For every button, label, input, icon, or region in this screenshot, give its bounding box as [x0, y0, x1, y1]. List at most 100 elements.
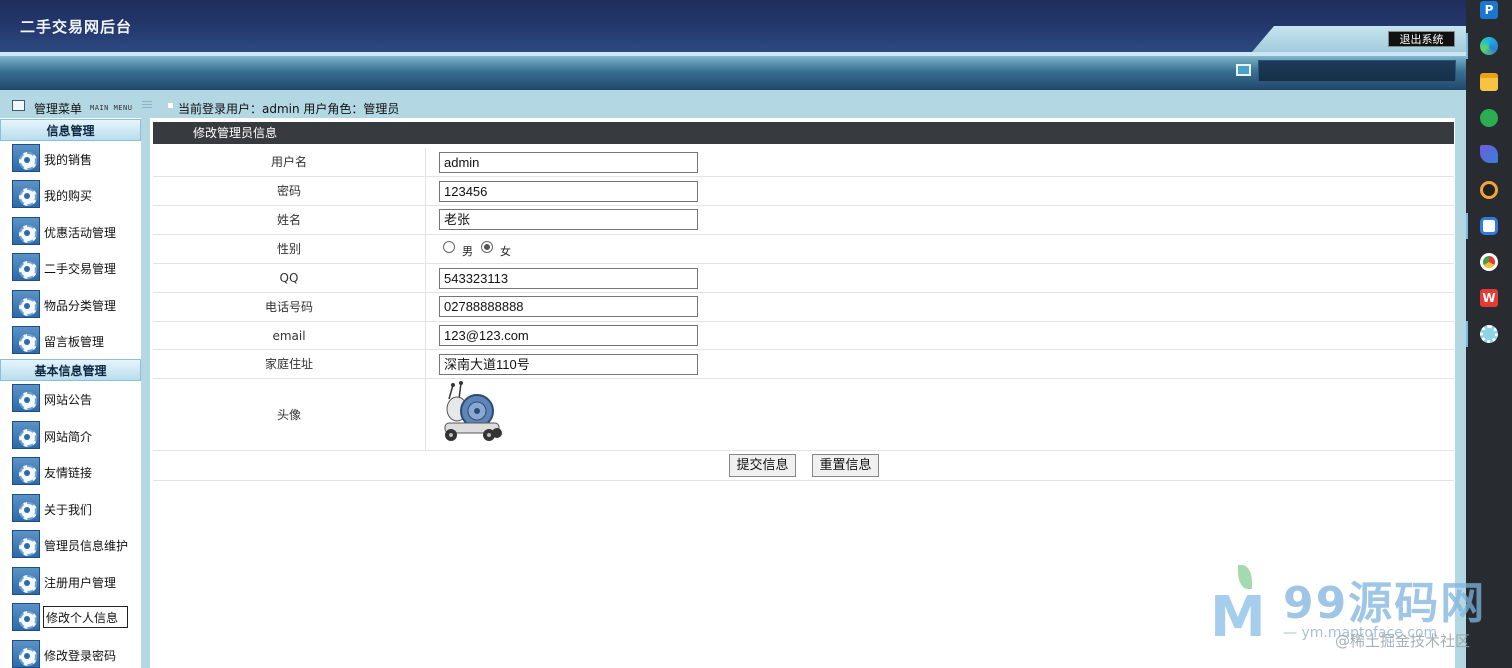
watermark-logo: M: [1210, 585, 1266, 650]
menu-title: 管理菜单: [34, 102, 83, 116]
sidebar-item-trade-management[interactable]: 二手交易管理: [12, 253, 137, 283]
menu-window-icon: [12, 100, 25, 111]
form-row-avatar: 头像: [153, 379, 1454, 451]
address-label: 家庭住址: [153, 350, 426, 378]
gear-window-icon: [12, 457, 40, 485]
divider: [0, 52, 1466, 56]
logout-button[interactable]: 退出系统: [1388, 31, 1455, 47]
section-title-basic-info[interactable]: 基本信息管理: [0, 359, 141, 381]
sidebar-item-label: 注册用户管理: [44, 576, 117, 590]
form-row-qq: QQ 543323113: [153, 264, 1454, 293]
form-row-actions: 提交信息 重置信息: [153, 451, 1454, 481]
name-field[interactable]: 老张: [439, 209, 698, 230]
menu-lines-icon[interactable]: [142, 101, 152, 110]
snail-avatar-image: [444, 381, 502, 441]
gear-window-icon: [12, 384, 40, 412]
active-indicator: [1466, 213, 1468, 239]
sidebar-item-label: 留言板管理: [44, 335, 105, 349]
watermark-text: 99源码网: [1283, 578, 1487, 629]
sidebar-item-label: 物品分类管理: [44, 299, 117, 313]
sidebar-item-label: 我的销售: [44, 153, 93, 167]
sidebar-item-label: 管理员信息维护: [44, 539, 129, 553]
submit-button[interactable]: 提交信息: [729, 454, 796, 477]
sidebar-item-my-purchases[interactable]: 我的购买: [12, 180, 137, 210]
sidebar-item-announcements[interactable]: 网站公告: [12, 384, 137, 414]
sidebar-item-label: 网站简介: [44, 430, 93, 444]
qq-field[interactable]: 543323113: [439, 268, 698, 289]
name-label: 姓名: [153, 206, 426, 234]
gear-window-icon: [12, 326, 40, 354]
active-indicator: [1466, 33, 1468, 59]
monitor-icon: [1236, 64, 1251, 76]
flower-app-icon[interactable]: [1480, 325, 1498, 343]
file-explorer-icon[interactable]: [1480, 73, 1498, 91]
baidu-netdisk-icon[interactable]: [1480, 217, 1498, 235]
gear-window-icon: [12, 603, 40, 631]
form-row-name: 姓名 老张: [153, 206, 1454, 235]
edge-icon[interactable]: [1480, 37, 1498, 55]
p-app-icon[interactable]: P: [1480, 1, 1498, 19]
reset-button[interactable]: 重置信息: [812, 454, 879, 477]
form-row-address: 家庭住址 深南大道110号: [153, 350, 1454, 379]
wps-icon[interactable]: W: [1480, 289, 1498, 307]
wechat-icon[interactable]: [1480, 109, 1498, 127]
sidebar-item-label: 修改个人信息: [43, 606, 128, 628]
sidebar-item-edit-profile[interactable]: 修改个人信息: [12, 603, 137, 633]
gear-window-icon: [12, 530, 40, 558]
qq-label: QQ: [153, 264, 426, 292]
sidebar-item-site-intro[interactable]: 网站简介: [12, 421, 137, 451]
sidebar-item-admin-maintenance[interactable]: 管理员信息维护: [12, 530, 137, 560]
gender-label: 性别: [153, 235, 426, 263]
bullet-icon: [168, 103, 173, 108]
form-row-phone: 电话号码 02788888888: [153, 293, 1454, 322]
gear-window-icon: [12, 144, 40, 172]
email-label: email: [153, 322, 426, 349]
sidebar-item-change-password[interactable]: 修改登录密码: [12, 640, 137, 668]
sidebar-item-label: 修改登录密码: [44, 649, 117, 663]
gear-window-icon: [12, 494, 40, 522]
form-row-password: 密码 123456: [153, 177, 1454, 206]
gender-female-radio[interactable]: [481, 241, 493, 253]
gear-window-icon: [12, 421, 40, 449]
password-label: 密码: [153, 177, 426, 205]
gear-window-icon: [12, 567, 40, 595]
app-s-icon[interactable]: [1480, 145, 1498, 163]
sidebar-item-friend-links[interactable]: 友情链接: [12, 457, 137, 487]
sidebar-item-promotions[interactable]: 优惠活动管理: [12, 217, 137, 247]
sidebar-item-label: 网站公告: [44, 393, 93, 407]
sidebar-item-label: 我的购买: [44, 189, 93, 203]
phone-field[interactable]: 02788888888: [439, 296, 698, 317]
username-label: 用户名: [153, 148, 426, 176]
gear-window-icon: [12, 290, 40, 318]
section-title-info-management[interactable]: 信息管理: [0, 119, 141, 141]
sidebar-item-my-sales[interactable]: 我的销售: [12, 144, 137, 174]
gear-window-icon: [12, 640, 40, 668]
sidebar-item-label: 友情链接: [44, 466, 93, 480]
form-title: 修改管理员信息: [153, 122, 1454, 144]
address-field[interactable]: 深南大道110号: [439, 354, 698, 375]
avatar-label: 头像: [153, 379, 426, 450]
site-title: 二手交易网后台: [20, 18, 133, 36]
sidebar-item-message-board[interactable]: 留言板管理: [12, 326, 137, 356]
menu-subtitle: MAIN MENU: [90, 104, 133, 112]
sidebar-item-registered-users[interactable]: 注册用户管理: [12, 567, 137, 597]
username-field[interactable]: admin: [439, 152, 698, 173]
form-row-username: 用户名 admin: [153, 148, 1454, 177]
password-field[interactable]: 123456: [439, 181, 698, 202]
settings-gear-icon[interactable]: [1480, 181, 1498, 199]
form-row-gender: 性别 男 女: [153, 235, 1454, 264]
sidebar-item-category-management[interactable]: 物品分类管理: [12, 290, 137, 320]
phone-label: 电话号码: [153, 293, 426, 321]
sidebar-item-label: 优惠活动管理: [44, 226, 117, 240]
chrome-icon[interactable]: [1480, 253, 1498, 271]
sidebar-item-label: 二手交易管理: [44, 262, 117, 276]
email-field[interactable]: 123@123.com: [439, 325, 698, 346]
gender-male-label: 男: [462, 245, 473, 258]
watermark-credit: @稀土掘金技术社区: [1335, 632, 1471, 650]
header-banner: 二手交易网后台: [0, 0, 1466, 52]
toolbar-box: [1258, 60, 1456, 82]
gear-window-icon: [12, 180, 40, 208]
sidebar-item-about-us[interactable]: 关于我们: [12, 494, 137, 524]
current-user-info: 当前登录用户：admin 用户角色：管理员: [178, 102, 400, 116]
gender-male-radio[interactable]: [443, 241, 455, 253]
